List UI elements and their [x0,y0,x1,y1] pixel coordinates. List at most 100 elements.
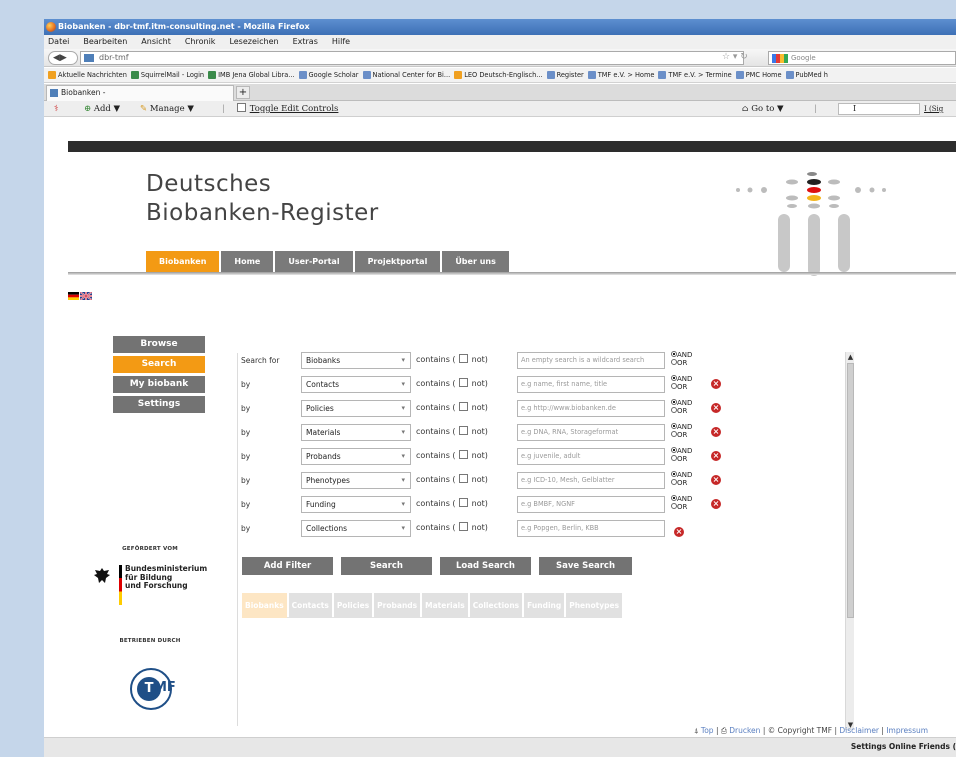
top-link[interactable]: Top [701,726,714,735]
filter-term-input[interactable]: e.g name, first name, title [517,376,665,393]
addon-logo-icon: ⚕ [54,104,59,114]
not-checkbox[interactable] [459,378,469,387]
back-forward-button[interactable]: ◀▶ [48,51,78,65]
menu-lesezeichen[interactable]: Lesezeichen [229,35,278,49]
bookmark-item[interactable]: PMC Home [735,68,782,82]
nav-biobanken[interactable]: Biobanken [146,251,220,272]
not-checkbox[interactable] [459,426,469,435]
save-search-button[interactable]: Save Search [539,557,632,575]
nav-projektportal[interactable]: Projektportal [354,251,441,272]
manage-menu[interactable]: ✎ Manage ▼ [140,101,194,117]
filter-term-input[interactable]: e.g Popgen, Berlin, KBB [517,520,665,537]
username-field[interactable]: I [838,103,920,115]
scrollbar[interactable]: ▲ ▼ [845,352,854,730]
sidebar-settings[interactable]: Settings [113,396,205,413]
filter-category-select[interactable]: Phenotypes ▾ [301,472,411,489]
print-link[interactable]: Drucken [729,726,760,735]
flag-bar [119,565,122,605]
remove-filter-icon[interactable]: × [711,499,721,509]
filter-category-select[interactable]: Biobanks ▾ [301,352,411,369]
search-box[interactable]: Google [768,51,956,65]
bookmark-item[interactable]: IMB Jena Global Libra... [208,68,295,82]
new-tab-button[interactable]: + [236,86,250,99]
filter-category-select[interactable]: Probands ▾ [301,448,411,465]
scroll-thumb[interactable] [847,363,854,618]
remove-filter-icon[interactable]: × [711,403,721,413]
bookmark-item[interactable]: LEO Deutsch-Englisch... [454,68,543,82]
menu-extras[interactable]: Extras [293,35,318,49]
menu-hilfe[interactable]: Hilfe [332,35,350,49]
scroll-up-arrow-icon[interactable]: ▲ [846,352,855,362]
filter-category-select[interactable]: Policies ▾ [301,400,411,417]
bookmark-item[interactable]: National Center for Bi... [362,68,450,82]
tab-funding[interactable]: Funding [524,593,565,618]
filter-category-select[interactable]: Funding ▾ [301,496,411,513]
filter-term-input[interactable]: e.g BMBF, NGNF [517,496,665,513]
not-checkbox[interactable] [459,522,469,531]
bookmark-item[interactable]: SquirrelMail - Login [130,68,204,82]
impressum-link[interactable]: Impressum [886,726,928,735]
filter-term-input[interactable]: e.g http://www.biobanken.de [517,400,665,417]
menu-chronik[interactable]: Chronik [185,35,216,49]
remove-filter-icon[interactable]: × [674,527,684,537]
sidebar-browse[interactable]: Browse [113,336,205,353]
filter-term-input[interactable]: e.g juvenile, adult [517,448,665,465]
filter-term-input[interactable]: e.g DNA, RNA, Storageformat [517,424,665,441]
menu-ansicht[interactable]: Ansicht [141,35,171,49]
biobank-logo-graphic [736,172,886,276]
browser-window: Biobanken - dbr-tmf.itm-consulting.net -… [44,19,956,757]
toggle-edit-controls[interactable]: Toggle Edit Controls [236,101,338,117]
not-checkbox[interactable] [459,498,469,507]
bookmark-item[interactable]: Register [546,68,584,82]
tab-contacts[interactable]: Contacts [288,593,332,618]
tab-collections[interactable]: Collections [469,593,523,618]
filter-term-input[interactable]: An empty search is a wildcard search [517,352,665,369]
not-checkbox[interactable] [459,474,469,483]
load-search-button[interactable]: Load Search [440,557,531,575]
tab-biobanks[interactable]: Biobanks [242,593,287,618]
divider: | [222,104,225,114]
pmc-icon [735,71,744,79]
remove-filter-icon[interactable]: × [711,427,721,437]
uk-flag-icon[interactable] [79,292,92,300]
add-menu[interactable]: ⊕ Add ▼ [84,101,120,117]
disclaimer-link[interactable]: Disclaimer [839,726,879,735]
url-bar[interactable]: dbr-tmf [80,51,744,65]
goto-menu[interactable]: ⌂ Go to ▼ [742,101,784,117]
nav-user-portal[interactable]: User-Portal [275,251,353,272]
filter-row: by Policies ▾ contains ( not) e.g http://www… [241,399,741,418]
nav-ueber-uns[interactable]: Über uns [442,251,509,272]
not-checkbox[interactable] [459,450,469,459]
not-checkbox[interactable] [459,402,469,411]
bookmark-item[interactable]: PubMed h [785,68,828,82]
sidebar-search[interactable]: Search [113,356,205,373]
nav-home[interactable]: Home [221,251,274,272]
bookmark-item[interactable]: TMF e.V. > Termine [658,68,732,82]
status-text[interactable]: Settings Online Friends ( [851,742,956,751]
tmf-logo[interactable]: T MF [130,668,176,710]
not-checkbox[interactable] [459,354,469,363]
menu-bearbeiten[interactable]: Bearbeiten [83,35,127,49]
browser-tab[interactable]: Biobanken - [46,85,234,101]
filter-category-select[interactable]: Contacts ▾ [301,376,411,393]
sidebar-my-biobank[interactable]: My biobank [113,376,205,393]
bookmark-item[interactable]: TMF e.V. > Home [587,68,654,82]
remove-filter-icon[interactable]: × [711,451,721,461]
tab-materials[interactable]: Materials [422,593,468,618]
german-flag-icon[interactable] [68,292,79,300]
sign-in-link[interactable]: I (Sig [924,101,943,117]
bookmark-item[interactable]: Google Scholar [298,68,359,82]
add-filter-button[interactable]: Add Filter [242,557,333,575]
filter-category-select[interactable]: Materials ▾ [301,424,411,441]
bookmark-item[interactable]: Aktuelle Nachrichten [48,68,127,82]
bookmark-star-icon[interactable]: ☆ ▾ ↻ [722,52,748,62]
menu-datei[interactable]: Datei [48,35,69,49]
tab-policies[interactable]: Policies [333,593,373,618]
tab-probands[interactable]: Probands [374,593,421,618]
remove-filter-icon[interactable]: × [711,379,721,389]
filter-category-select[interactable]: Collections ▾ [301,520,411,537]
filter-term-input[interactable]: e.g ICD-10, Mesh, Gelblatter [517,472,665,489]
tab-phenotypes[interactable]: Phenotypes [566,593,623,618]
remove-filter-icon[interactable]: × [711,475,721,485]
search-button[interactable]: Search [341,557,432,575]
